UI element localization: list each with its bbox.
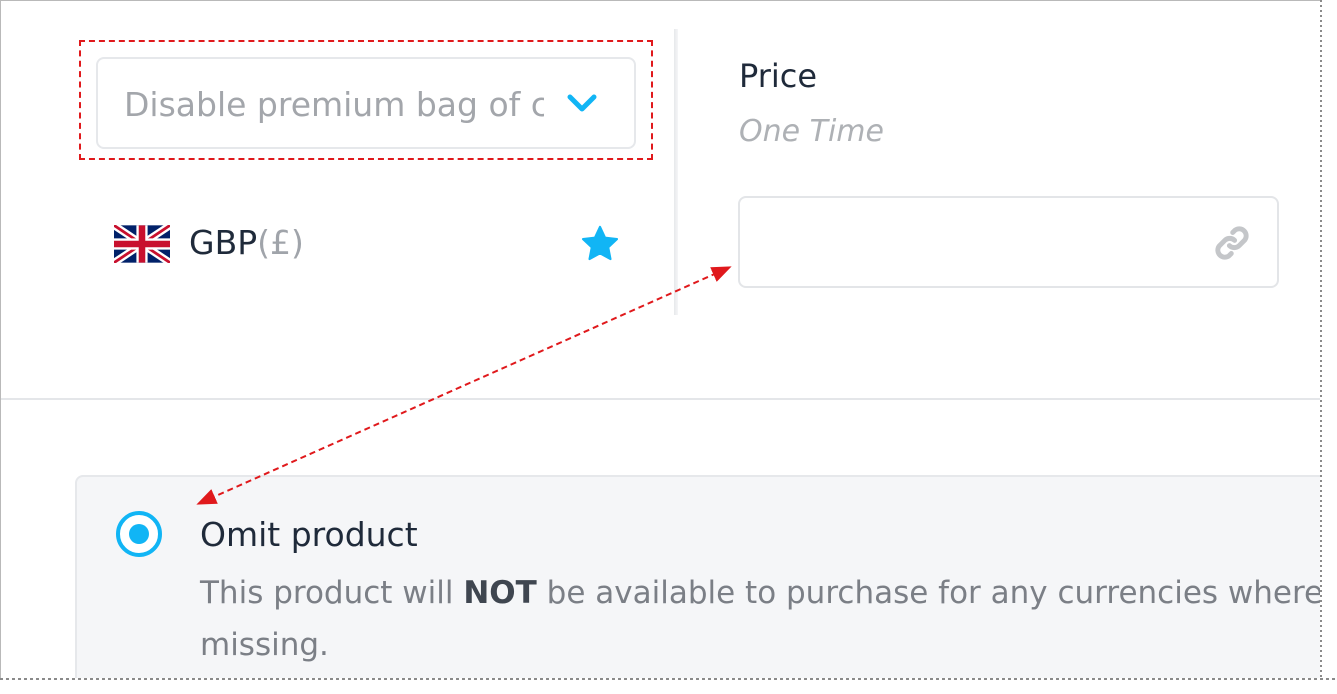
price-subtitle: One Time — [739, 114, 884, 149]
option-desc-line2: missing. — [200, 627, 329, 663]
price-input[interactable] — [738, 196, 1279, 288]
torn-edge-bottom — [0, 678, 1337, 694]
product-select-value: Disable premium bag of c — [124, 85, 544, 124]
option-desc-part2: be available to purchase for any currenc… — [536, 575, 1323, 611]
product-select-dropdown[interactable]: Disable premium bag of c — [96, 57, 636, 149]
column-divider — [674, 29, 678, 315]
torn-edge-right — [1320, 0, 1337, 694]
option-desc-bold: NOT — [463, 575, 537, 611]
omit-product-radio[interactable] — [116, 511, 162, 557]
radio-selected-dot — [129, 524, 149, 544]
option-desc-part1: This product will — [200, 575, 464, 611]
screenshot-frame: Disable premium bag of c GBP(£) Price On… — [0, 0, 1323, 679]
currency-symbol: (£) — [257, 223, 304, 262]
option-description: This product will NOT be available to pu… — [200, 567, 1323, 671]
currency-label: GBP(£) — [189, 223, 304, 262]
option-title: Omit product — [200, 515, 418, 554]
section-divider — [1, 398, 1323, 400]
omit-product-option[interactable]: Omit product This product will NOT be av… — [75, 475, 1323, 679]
currency-code: GBP — [189, 223, 258, 262]
link-icon[interactable] — [1211, 222, 1253, 264]
price-label: Price — [739, 57, 818, 95]
star-icon[interactable] — [579, 223, 621, 265]
uk-flag-icon — [114, 225, 170, 263]
chevron-down-icon — [567, 94, 597, 112]
